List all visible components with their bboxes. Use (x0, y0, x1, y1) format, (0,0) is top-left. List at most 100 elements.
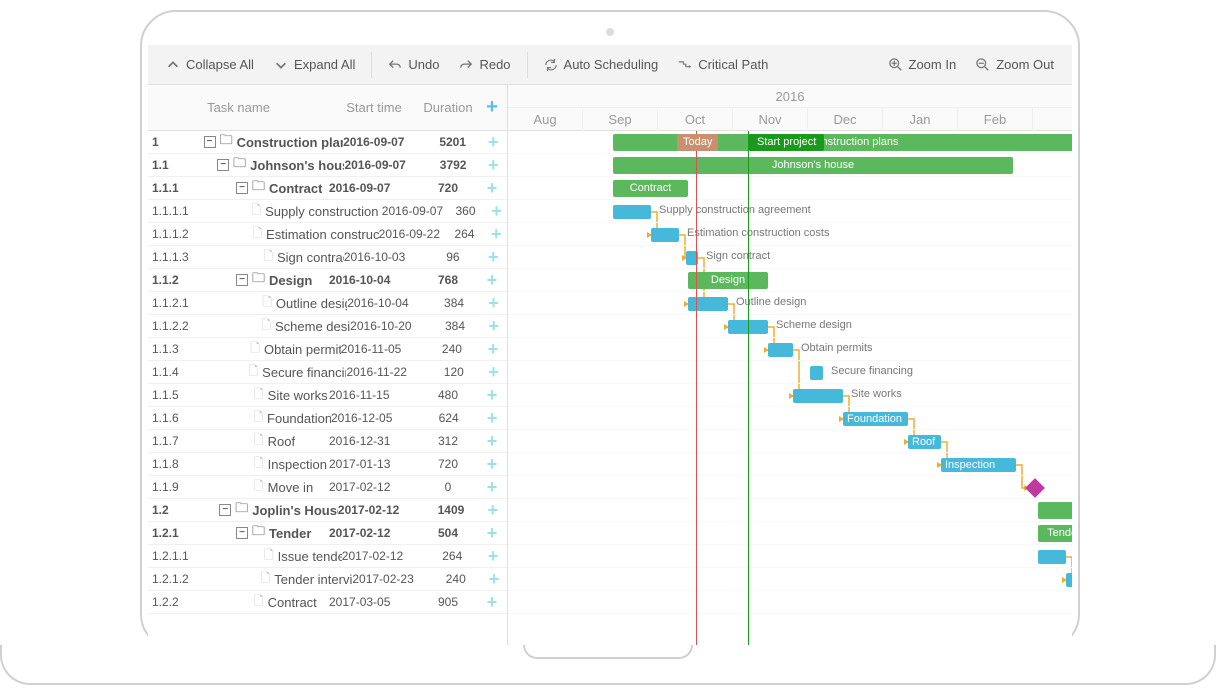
tree-toggle[interactable]: − (236, 527, 248, 539)
add-column-button[interactable]: + (477, 96, 507, 119)
add-task-button[interactable]: + (486, 201, 507, 222)
add-task-button[interactable]: + (477, 592, 507, 613)
gantt-row[interactable]: Supply construction agreement (508, 200, 1072, 223)
grid-row[interactable]: 1.1.9🗋Move in2017-02-120+ (148, 476, 507, 499)
gantt-row[interactable]: Roof (508, 430, 1072, 453)
tree-toggle[interactable]: − (217, 159, 229, 171)
grid-row[interactable]: 1.1.2.2🗋Scheme design2016-10-20384+ (148, 315, 507, 338)
grid-row[interactable]: 1.1.2.1🗋Outline design2016-10-04384+ (148, 292, 507, 315)
gantt-row[interactable]: Outline design (508, 292, 1072, 315)
grid-row[interactable]: 1.2.2🗋Contract2017-03-05905+ (148, 591, 507, 614)
gantt-row[interactable]: Scheme design (508, 315, 1072, 338)
col-start-time[interactable]: Start time (329, 100, 419, 115)
auto-scheduling-button[interactable]: Auto Scheduling (534, 53, 669, 76)
task-bar[interactable] (793, 389, 843, 403)
grid-row[interactable]: 1.2−🗀Joplin's House2017-02-121409+ (148, 499, 507, 522)
add-task-button[interactable]: + (477, 408, 507, 429)
undo-button[interactable]: Undo (378, 53, 449, 76)
gantt-row[interactable] (508, 568, 1072, 591)
grid-row[interactable]: 1.1.6🗋Foundation2016-12-05624+ (148, 407, 507, 430)
grid-row[interactable]: 1.1.2−🗀Design2016-10-04768+ (148, 269, 507, 292)
grid-row[interactable]: 1.1.1.1🗋Supply construction agreement201… (148, 200, 507, 223)
gantt-row[interactable]: Secure financing (508, 361, 1072, 384)
tree-toggle[interactable]: − (236, 182, 248, 194)
today-marker[interactable]: Today (677, 134, 718, 151)
gantt-row[interactable]: Foundation (508, 407, 1072, 430)
gantt-row[interactable]: Contract (508, 177, 1072, 200)
task-bar[interactable] (688, 297, 728, 311)
summary-bar[interactable]: Contract (613, 180, 688, 197)
grid-row[interactable]: 1.1.4🗋Secure financing2016-11-22120+ (148, 361, 507, 384)
add-task-button[interactable]: + (479, 546, 507, 567)
gantt-row[interactable]: Inspection (508, 453, 1072, 476)
gantt-row[interactable]: Obtain permits (508, 338, 1072, 361)
grid-row[interactable]: 1.1.5🗋Site works2016-11-15480+ (148, 384, 507, 407)
col-duration[interactable]: Duration (419, 100, 477, 115)
grid-row[interactable]: 1.1.8🗋Inspection2017-01-13720+ (148, 453, 507, 476)
add-task-button[interactable]: + (477, 385, 507, 406)
gantt-row[interactable] (508, 591, 1072, 614)
gantt-row[interactable] (508, 499, 1072, 522)
summary-bar[interactable]: Design (688, 272, 768, 289)
add-task-button[interactable]: + (481, 569, 507, 590)
add-task-button[interactable]: + (477, 270, 507, 291)
task-bar[interactable] (1038, 550, 1066, 564)
task-bar[interactable]: Inspection (941, 458, 1016, 472)
gantt-row[interactable]: Johnson's house (508, 154, 1072, 177)
gantt-row[interactable]: Tender (508, 522, 1072, 545)
add-task-button[interactable]: + (480, 247, 508, 268)
add-task-button[interactable]: + (479, 132, 507, 153)
summary-bar[interactable]: Tender (1038, 525, 1072, 542)
summary-bar[interactable] (1038, 502, 1072, 519)
task-bar[interactable]: Foundation (843, 412, 908, 426)
gantt-row[interactable]: Site works (508, 384, 1072, 407)
tree-toggle[interactable]: − (204, 136, 216, 148)
grid-row[interactable]: 1.1.1.3🗋Sign contract2016-10-0396+ (148, 246, 507, 269)
add-task-button[interactable]: + (479, 500, 508, 521)
add-task-button[interactable]: + (480, 155, 507, 176)
grid-row[interactable]: 1.1−🗀Johnson's house2016-09-073792+ (148, 154, 507, 177)
grid-row[interactable]: 1.1.1.2🗋Estimation construction costs201… (148, 223, 507, 246)
expand-all-button[interactable]: Expand All (264, 53, 365, 76)
add-task-button[interactable]: + (485, 224, 507, 245)
grid-row[interactable]: 1.2.1−🗀Tender2017-02-12504+ (148, 522, 507, 545)
start-project-marker[interactable]: Start project (749, 134, 824, 151)
add-task-button[interactable]: + (477, 454, 507, 475)
add-task-button[interactable]: + (479, 339, 507, 360)
add-task-button[interactable]: + (477, 477, 507, 498)
gantt-row[interactable]: Design (508, 269, 1072, 292)
summary-bar[interactable]: Johnson's house (613, 157, 1013, 174)
grid-row[interactable]: 1.1.1−🗀Contract2016-09-07720+ (148, 177, 507, 200)
add-task-button[interactable]: + (481, 316, 507, 337)
add-task-button[interactable]: + (480, 362, 507, 383)
grid-row[interactable]: 1.2.1.2🗋Tender interview2017-02-23240+ (148, 568, 507, 591)
task-bar[interactable] (768, 343, 793, 357)
task-bar[interactable] (1066, 573, 1072, 587)
milestone-marker[interactable] (1025, 478, 1045, 498)
gantt-row[interactable] (508, 476, 1072, 499)
gantt-row[interactable] (508, 545, 1072, 568)
gantt-chart[interactable]: 2016 AugSepOctNovDecJanFeb Today Start p… (508, 85, 1072, 645)
add-task-button[interactable]: + (477, 178, 507, 199)
add-task-button[interactable]: + (480, 293, 507, 314)
grid-row[interactable]: 1.1.7🗋Roof2016-12-31312+ (148, 430, 507, 453)
gantt-row[interactable]: Sign contract (508, 246, 1072, 269)
tree-toggle[interactable]: − (219, 504, 231, 516)
tree-toggle[interactable]: − (236, 274, 248, 286)
zoom-out-button[interactable]: Zoom Out (966, 53, 1064, 76)
redo-button[interactable]: Redo (449, 53, 520, 76)
gantt-row[interactable]: Estimation construction costs (508, 223, 1072, 246)
critical-path-button[interactable]: Critical Path (668, 53, 778, 76)
grid-row[interactable]: 1.2.1.1🗋Issue tender2017-02-12264+ (148, 545, 507, 568)
grid-row[interactable]: 1−🗀Construction plans2016-09-075201+ (148, 131, 507, 154)
grid-row[interactable]: 1.1.3🗋Obtain permits2016-11-05240+ (148, 338, 507, 361)
task-bar[interactable] (651, 228, 679, 242)
add-task-button[interactable]: + (477, 431, 507, 452)
add-task-button[interactable]: + (477, 523, 507, 544)
collapse-all-button[interactable]: Collapse All (156, 53, 264, 76)
task-bar[interactable]: Roof (908, 435, 941, 449)
task-bar[interactable] (810, 366, 823, 380)
task-bar[interactable] (613, 205, 651, 219)
zoom-in-button[interactable]: Zoom In (879, 53, 967, 76)
col-task-name[interactable]: Task name (148, 100, 329, 115)
